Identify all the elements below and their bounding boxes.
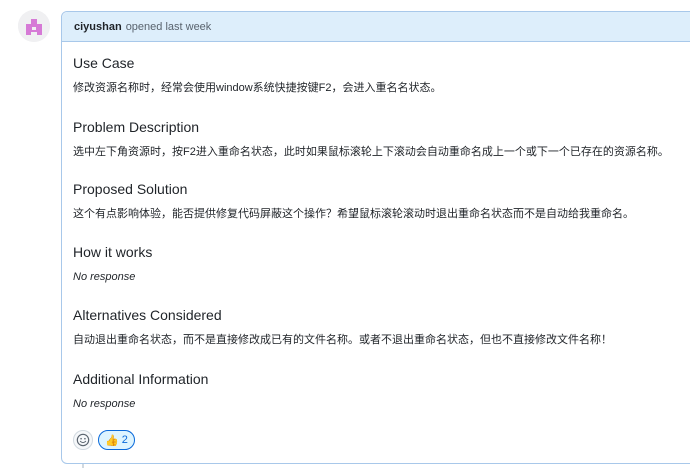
section-text: 这个有点影响体验，能否提供修复代码屏蔽这个操作？希望鼠标滚轮滚动时退出重命名状态… — [73, 208, 634, 220]
section-heading: Problem Description — [73, 119, 200, 135]
section-text: 修改资源名称时，经常会使用window系统快捷按键F2，会进入重名名状态。 — [73, 82, 442, 94]
section-text: No response — [73, 398, 136, 410]
section-alternatives-considered: Alternatives Considered 自动退出重命名状态，而不是直接修… — [73, 306, 612, 348]
section-proposed-solution: Proposed Solution 这个有点影响体验，能否提供修复代码屏蔽这个操… — [73, 180, 634, 222]
section-text: 自动退出重命名状态，而不是直接修改成已有的文件名称。或者不退出重命名状态，但也不… — [73, 334, 612, 346]
section-text: 选中左下角资源时，按F2进入重命名状态，此时如果鼠标滚轮上下滚动会自动重命名成上… — [73, 146, 669, 158]
avatar[interactable] — [18, 10, 50, 42]
section-heading: Alternatives Considered — [73, 307, 222, 323]
section-use-case: Use Case 修改资源名称时，经常会使用window系统快捷按键F2，会进入… — [73, 54, 442, 96]
reaction-count: 2 — [121, 434, 128, 446]
timeline-connector — [82, 464, 84, 468]
section-heading: Use Case — [73, 55, 135, 71]
section-problem-description: Problem Description 选中左下角资源时，按F2进入重命名状态，… — [73, 118, 669, 160]
comment-header: ciyushan opened last week — [62, 12, 690, 42]
section-additional-information: Additional Information No response — [73, 370, 208, 412]
issue-comment: ciyushan opened last week Use Case 修改资源名… — [61, 11, 690, 464]
smiley-icon — [76, 433, 90, 447]
reactions-bar: 👍 2 — [73, 430, 135, 450]
section-heading: How it works — [73, 244, 153, 260]
section-heading: Additional Information — [73, 371, 209, 387]
add-reaction-button[interactable] — [73, 430, 93, 450]
comment-action-text[interactable]: opened last week — [126, 21, 212, 33]
section-text: No response — [73, 271, 136, 283]
issue-page: ciyushan opened last week Use Case 修改资源名… — [0, 0, 690, 468]
section-how-it-works: How it works No response — [73, 243, 152, 285]
thumbs-up-icon: 👍 — [105, 433, 119, 447]
identicon-icon — [18, 10, 50, 42]
thumbs-up-reaction-button[interactable]: 👍 2 — [98, 430, 135, 450]
author-link[interactable]: ciyushan — [74, 21, 122, 33]
section-heading: Proposed Solution — [73, 181, 188, 197]
